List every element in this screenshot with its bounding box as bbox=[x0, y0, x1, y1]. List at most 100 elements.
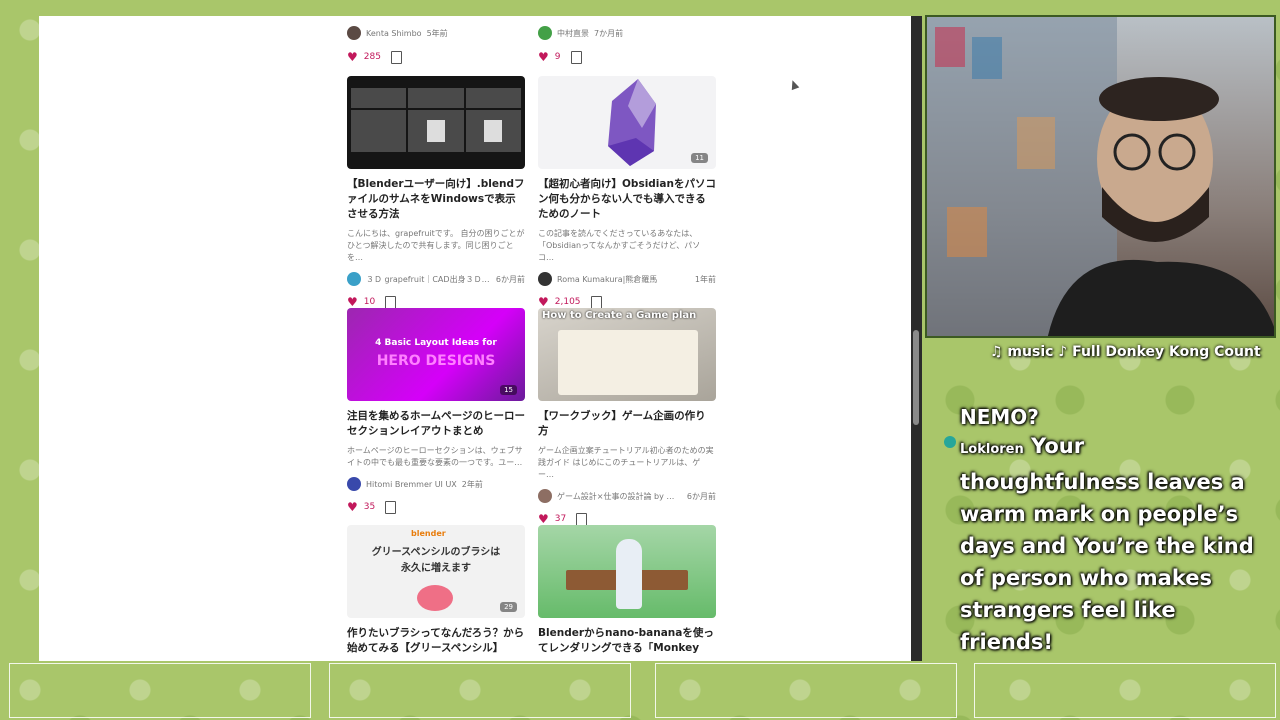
heart-icon[interactable]: ♥ bbox=[538, 295, 549, 309]
overlay-frame bbox=[329, 663, 631, 718]
card-top-left[interactable]: Kenta Shimbo 5年前 ♥ 285 bbox=[347, 26, 525, 64]
author-name[interactable]: 中村直景 bbox=[557, 28, 589, 39]
author-name[interactable]: ゲーム設計×仕事の設計論 by う… bbox=[557, 491, 682, 502]
mouse-cursor-icon bbox=[788, 78, 800, 91]
screenshot-grid bbox=[351, 88, 521, 152]
streamer-image bbox=[927, 17, 1274, 336]
post-time: 6か月前 bbox=[495, 274, 525, 284]
post-time: 2年前 bbox=[461, 479, 483, 489]
browser-viewport: Kenta Shimbo 5年前 ♥ 285 中村直景 7か月前 ♥ 9 【Bl bbox=[39, 16, 911, 661]
card-stats: ♥ 37 bbox=[538, 512, 716, 526]
overlay-frame bbox=[9, 663, 311, 718]
article-thumbnail[interactable]: 11 bbox=[538, 76, 716, 169]
article-thumbnail[interactable]: 4 Basic Layout Ideas for HERO DESIGNS 15 bbox=[347, 308, 525, 401]
article-excerpt: ゲーム企画立案チュートリアル初心者のための実践ガイド はじめにこのチュートリアル… bbox=[538, 446, 714, 479]
article-excerpt: ホームページのヒーローセクションは、ウェブサイトの中でも最も重要な要素の一つです… bbox=[347, 446, 523, 467]
heart-icon[interactable]: ♥ bbox=[347, 50, 358, 64]
bookmark-icon[interactable] bbox=[385, 500, 397, 514]
card-meta: Kenta Shimbo 5年前 bbox=[347, 26, 525, 40]
heart-icon[interactable]: ♥ bbox=[538, 512, 549, 526]
avatar bbox=[538, 26, 552, 40]
article-excerpt: こんにちは、grapefruitです。 自分の困りごとがひとつ解決したので共有し… bbox=[347, 229, 525, 262]
article-card[interactable]: 4 Basic Layout Ideas for HERO DESIGNS 15… bbox=[347, 308, 525, 514]
like-count: 2,105 bbox=[554, 297, 581, 307]
like-count: 35 bbox=[363, 502, 376, 512]
avatar bbox=[538, 489, 552, 503]
card-meta: ゲーム設計×仕事の設計論 by う… 6か月前 bbox=[538, 489, 716, 503]
card-top-right[interactable]: 中村直景 7か月前 ♥ 9 bbox=[538, 26, 716, 64]
thumbnail-caption: 4 Basic Layout Ideas for bbox=[375, 338, 497, 348]
card-stats: ♥ 285 bbox=[347, 50, 525, 64]
character-image bbox=[616, 539, 642, 609]
article-title[interactable]: 【ワークブック】ゲーム企画の作り方 bbox=[538, 409, 716, 439]
webcam-feed bbox=[925, 15, 1276, 338]
like-count: 285 bbox=[363, 52, 381, 62]
article-card[interactable]: blender グリースペンシルのブラシは 永久に増えます 29 作りたいブラシ… bbox=[347, 525, 525, 656]
bookmark-icon[interactable] bbox=[590, 295, 602, 309]
card-stats: ♥ 9 bbox=[538, 50, 716, 64]
blender-logo-icon: blender bbox=[411, 529, 446, 538]
bookmark-icon[interactable] bbox=[390, 50, 402, 64]
obsidian-logo-icon bbox=[608, 79, 656, 166]
chat-previous-message: NEMO? bbox=[960, 405, 1039, 429]
author-name[interactable]: Roma Kumakura|熊倉羅馬 bbox=[557, 274, 690, 285]
image-count-badge: 11 bbox=[691, 153, 708, 163]
now-playing-text: ♫ music ♪ Full Donkey Kong Count bbox=[990, 344, 1261, 360]
thumbnail-caption: HERO DESIGNS bbox=[376, 353, 496, 369]
article-card[interactable]: How to Create a Game plan 【ワークブック】ゲーム企画の… bbox=[538, 308, 716, 526]
article-thumbnail[interactable] bbox=[538, 525, 716, 618]
thumbnail-caption: How to Create a Game plan bbox=[542, 310, 697, 321]
chat-overlay: NEMO? Lokloren Your thoughtfulness leave… bbox=[944, 404, 1260, 658]
post-time: 6か月前 bbox=[686, 491, 716, 501]
author-name[interactable]: ３Ｄ grapefruit｜CAD出身３ＤモＮ bbox=[366, 274, 491, 285]
author-name[interactable]: Hitomi Bremmer UI UX bbox=[366, 480, 457, 489]
card-meta: 中村直景 7か月前 bbox=[538, 26, 716, 40]
article-title[interactable]: 【超初心者向け】Obsidianをパソコン何も分からない人でも導入できるためのノ… bbox=[538, 177, 716, 222]
bookmark-icon[interactable] bbox=[385, 295, 397, 309]
heart-icon[interactable]: ♥ bbox=[347, 295, 358, 309]
thumbnail-caption: 永久に増えます bbox=[401, 563, 471, 574]
bookmark-icon[interactable] bbox=[570, 50, 582, 64]
card-meta: Hitomi Bremmer UI UX 2年前 bbox=[347, 477, 525, 491]
article-thumbnail[interactable] bbox=[347, 76, 525, 169]
like-count: 10 bbox=[363, 297, 376, 307]
article-title[interactable]: Blenderからnano-bananaを使ってレンダリングできる「Monkey bbox=[538, 626, 716, 656]
post-time: 7か月前 bbox=[594, 28, 624, 38]
chat-badge-icon bbox=[944, 436, 956, 448]
post-time: 1年前 bbox=[694, 274, 716, 284]
article-title[interactable]: 作りたいブラシってなんだろう？から始めてみる【グリースペンシル】 bbox=[347, 626, 525, 656]
article-card[interactable]: 11 【超初心者向け】Obsidianをパソコン何も分からない人でも導入できるた… bbox=[538, 76, 716, 309]
like-count: 37 bbox=[554, 514, 567, 524]
article-title[interactable]: 【Blenderユーザー向け】.blendファイルのサムネをWindowsで表示… bbox=[347, 177, 525, 222]
article-card[interactable]: Blenderからnano-bananaを使ってレンダリングできる「Monkey bbox=[538, 525, 716, 656]
article-card[interactable]: 【Blenderユーザー向け】.blendファイルのサムネをWindowsで表示… bbox=[347, 76, 525, 309]
thumbnail-caption: グリースペンシルのブラシは bbox=[371, 547, 501, 558]
card-stats: ♥ 10 bbox=[347, 295, 525, 309]
author-name[interactable]: Kenta Shimbo bbox=[366, 29, 422, 38]
article-thumbnail[interactable]: blender グリースペンシルのブラシは 永久に増えます 29 bbox=[347, 525, 525, 618]
chat-message: Your thoughtfulness leaves a warm mark o… bbox=[960, 434, 1254, 654]
like-count: 9 bbox=[554, 52, 561, 62]
article-excerpt: この記事を読んでくださっているあなたは、「Obsidianってなんかすごそうだけ… bbox=[538, 229, 701, 262]
post-time: 5年前 bbox=[426, 28, 448, 38]
chat-message-row: Lokloren Your thoughtfulness leaves a wa… bbox=[944, 430, 1260, 658]
avatar bbox=[538, 272, 552, 286]
article-thumbnail[interactable]: How to Create a Game plan bbox=[538, 308, 716, 401]
card-meta: Roma Kumakura|熊倉羅馬 1年前 bbox=[538, 272, 716, 286]
heart-icon[interactable]: ♥ bbox=[538, 50, 549, 64]
avatar bbox=[347, 26, 361, 40]
card-meta: ３Ｄ grapefruit｜CAD出身３ＤモＮ 6か月前 bbox=[347, 272, 525, 286]
image-count-badge: 29 bbox=[500, 602, 517, 612]
notebook-image bbox=[558, 330, 698, 395]
heart-icon[interactable]: ♥ bbox=[347, 500, 358, 514]
image-count-badge: 15 bbox=[500, 385, 517, 395]
card-stats: ♥ 35 bbox=[347, 500, 525, 514]
card-stats: ♥ 2,105 bbox=[538, 295, 716, 309]
article-title[interactable]: 注目を集めるホームページのヒーローセクションレイアウトまとめ bbox=[347, 409, 525, 439]
bookmark-icon[interactable] bbox=[576, 512, 588, 526]
scrollbar-thumb[interactable] bbox=[913, 330, 919, 425]
avatar bbox=[347, 272, 361, 286]
overlay-frame bbox=[655, 663, 957, 718]
brush-stroke-image bbox=[417, 585, 453, 611]
avatar bbox=[347, 477, 361, 491]
